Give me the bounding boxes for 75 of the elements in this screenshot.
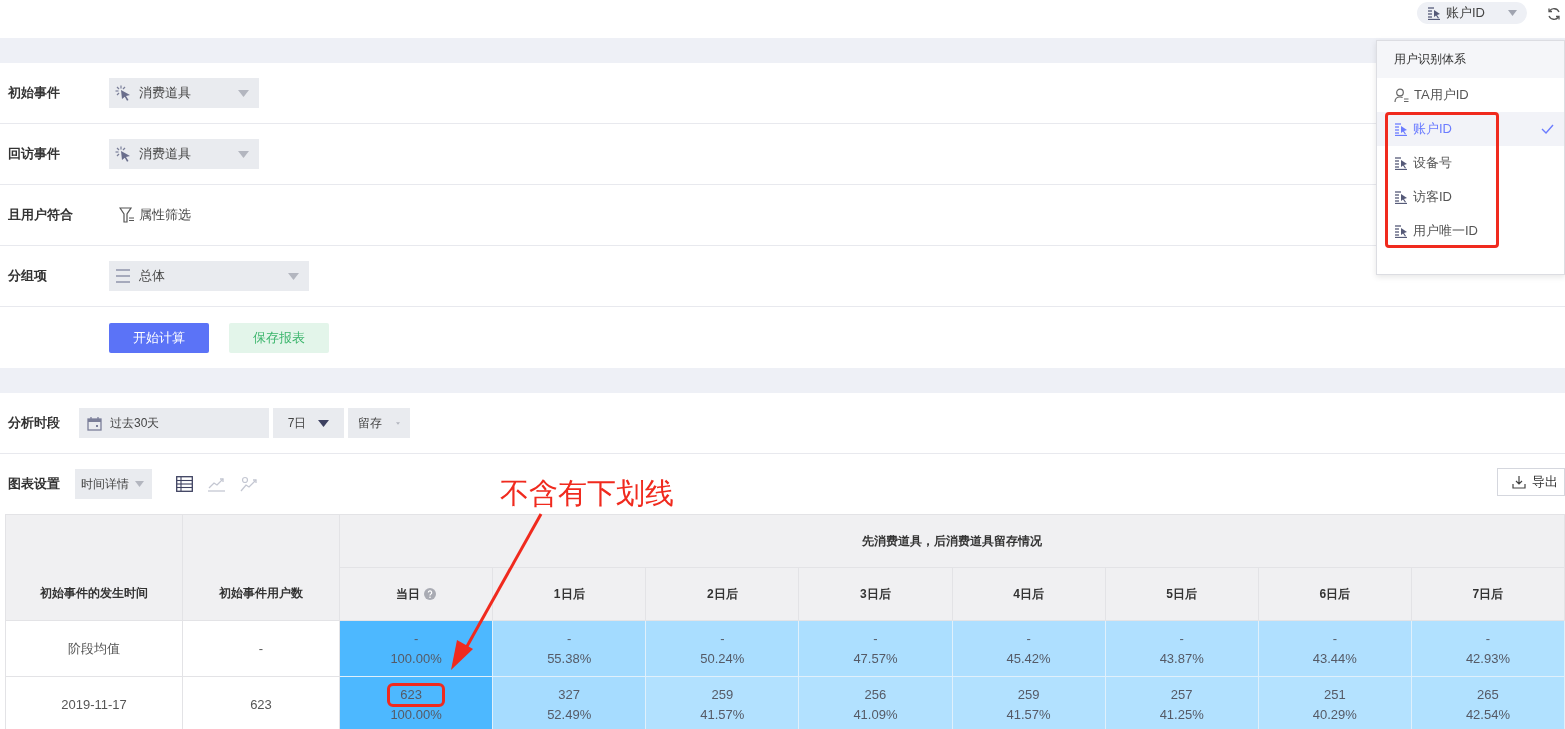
list-icon <box>115 269 131 283</box>
id-cursor-icon <box>1394 190 1408 204</box>
interval-select[interactable]: 7日 <box>273 408 344 438</box>
retention-cell: 327 52.49% <box>492 676 646 729</box>
annotation-text: 不含有下划线 <box>500 476 674 511</box>
field-label: 图表设置 <box>7 475 61 493</box>
retention-cell: 257 41.25% <box>1105 676 1259 729</box>
retention-cell: - 50.24% <box>645 620 799 677</box>
id-selector[interactable]: 账户ID <box>1417 2 1527 24</box>
view-mode-select[interactable]: 时间详情 <box>75 469 152 499</box>
field-label: 初始事件 <box>7 84 61 102</box>
column-header: 4日后 <box>952 567 1106 621</box>
menu-item[interactable]: TA用户ID <box>1377 78 1564 112</box>
date-cell: 2019-11-17 <box>5 676 183 729</box>
event-select[interactable]: 消费道具 <box>109 139 259 169</box>
table-cell: 623 <box>182 676 340 729</box>
retention-cell: 259 41.57% <box>952 676 1106 729</box>
column-header: 当日 <box>339 567 493 621</box>
caret-icon <box>1508 10 1517 16</box>
date-cell: 阶段均值 <box>5 620 183 677</box>
retention-cell: - 55.38% <box>492 620 646 677</box>
event-select[interactable]: 消费道具 <box>109 78 259 108</box>
group-select[interactable]: 总体 <box>109 261 309 291</box>
caret-icon <box>288 272 299 280</box>
retention-cell: 623 100.00% <box>339 676 493 729</box>
column-header: 2日后 <box>645 567 799 621</box>
id-cursor-icon <box>1394 224 1408 238</box>
group-header: 先消费道具，后消费道具留存情况 <box>339 514 1565 568</box>
retention-cell: - 100.00% <box>339 620 493 677</box>
table-cell: - <box>182 620 340 677</box>
refresh-icon[interactable] <box>1547 7 1561 21</box>
caret-icon <box>238 89 249 97</box>
column-header: 初始事件的发生时间 <box>5 514 183 621</box>
calendar-icon <box>87 415 102 431</box>
id-cursor-icon <box>1427 6 1441 20</box>
table-icon[interactable] <box>176 476 193 492</box>
retention-cell: - 43.87% <box>1105 620 1259 677</box>
retention-cell: - 45.42% <box>952 620 1106 677</box>
id-cursor-icon <box>1394 156 1408 170</box>
date-range-picker[interactable]: 过去30天 <box>79 408 269 438</box>
caret-icon <box>318 419 330 427</box>
retention-cell: - 47.57% <box>798 620 952 677</box>
download-icon <box>1512 475 1526 489</box>
column-header: 初始事件用户数 <box>182 514 340 621</box>
column-header: 3日后 <box>798 567 952 621</box>
click-icon <box>115 85 131 101</box>
column-header: 7日后 <box>1411 567 1565 621</box>
menu-item[interactable]: 访客ID <box>1377 180 1564 214</box>
caret-icon <box>135 481 144 487</box>
column-header: 6日后 <box>1258 567 1412 621</box>
menu-header: 用户识别体系 <box>1377 41 1564 78</box>
field-label: 且用户符合 <box>7 206 74 224</box>
retention-cell: 251 40.29% <box>1258 676 1412 729</box>
click-icon <box>115 146 131 162</box>
check-icon <box>1541 124 1554 134</box>
retention-cell: 265 42.54% <box>1411 676 1565 729</box>
menu-item[interactable]: 设备号 <box>1377 146 1564 180</box>
help-icon <box>424 588 437 600</box>
property-filter-button[interactable]: 属性筛选 <box>119 206 191 224</box>
calculate-button[interactable]: 开始计算 <box>109 322 209 353</box>
export-button[interactable]: 导出 <box>1497 468 1565 496</box>
id-cursor-icon <box>1394 122 1408 136</box>
column-header: 5日后 <box>1105 567 1259 621</box>
filter-icon <box>119 207 135 223</box>
caret-icon <box>238 150 249 158</box>
retention-cell: - 42.93% <box>1411 620 1565 677</box>
field-label: 分组项 <box>7 267 48 285</box>
field-label: 分析时段 <box>7 414 61 432</box>
column-header: 1日后 <box>492 567 646 621</box>
retention-cell: 259 41.57% <box>645 676 799 729</box>
retention-cell: - 43.44% <box>1258 620 1412 677</box>
user-icon <box>1394 87 1409 103</box>
field-label: 回访事件 <box>7 145 61 163</box>
retention-cell: 256 41.09% <box>798 676 952 729</box>
metric-select[interactable]: 留存 <box>348 408 410 438</box>
